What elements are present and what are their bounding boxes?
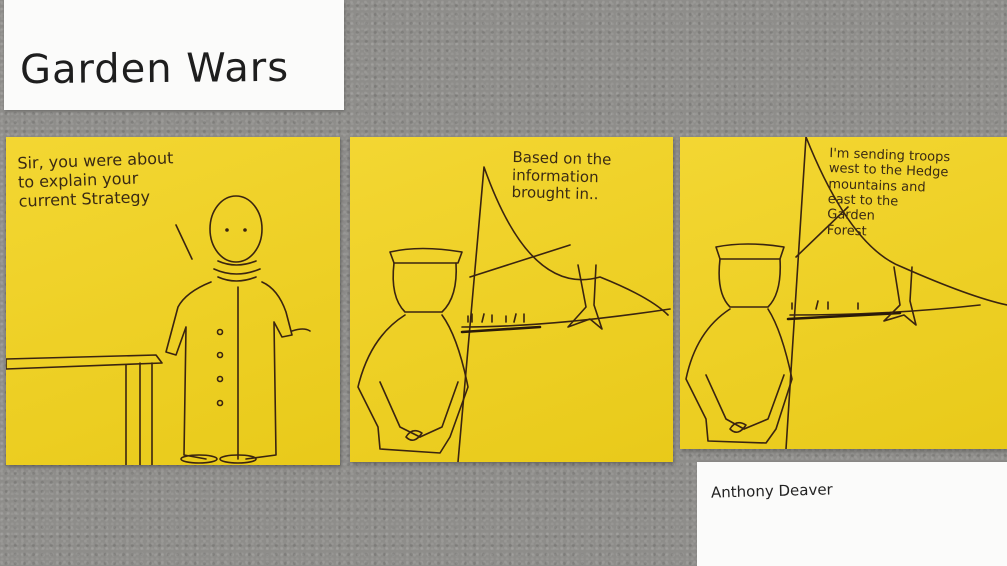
comic-panel-3: I'm sending troops west to the Hedge mou… xyxy=(680,137,1007,449)
comic-title: Garden Wars xyxy=(19,44,290,94)
title-card: Garden Wars xyxy=(4,0,344,110)
comic-panel-2: Based on the information brought in.. xyxy=(350,137,673,462)
author-card: Anthony Deaver xyxy=(697,462,1007,566)
author-name: Anthony Deaver xyxy=(710,480,833,502)
panel-2-caption: Based on the information brought in.. xyxy=(511,148,612,204)
panel-3-caption: I'm sending troops west to the Hedge mou… xyxy=(826,146,951,240)
panel-1-caption: Sir, you were about to explain your curr… xyxy=(17,148,174,211)
comic-panel-1: Sir, you were about to explain your curr… xyxy=(6,137,340,465)
